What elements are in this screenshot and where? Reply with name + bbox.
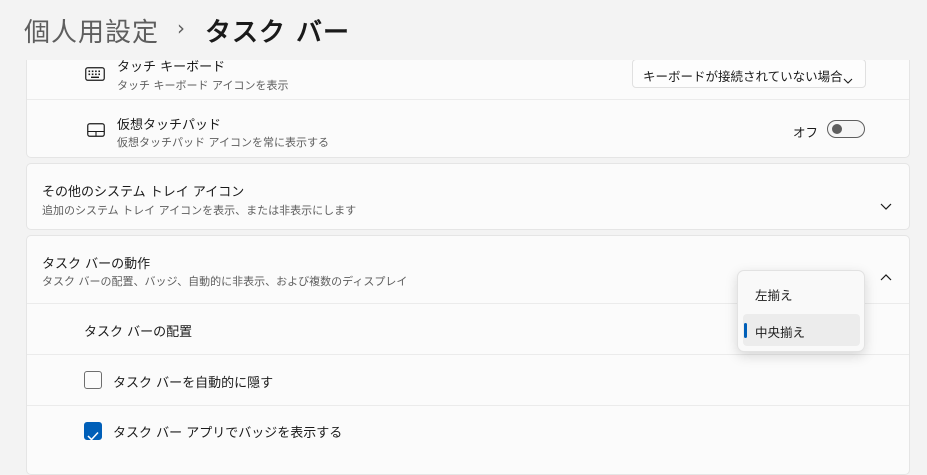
auto-hide-checkbox[interactable] <box>84 371 102 389</box>
page-title: タスク バー <box>205 18 351 48</box>
selection-indicator <box>744 323 747 338</box>
auto-hide-row: タスク バーを自動的に隠す <box>27 355 909 405</box>
touch-keyboard-description: タッチ キーボード アイコンを表示 <box>117 79 289 92</box>
alignment-option-center[interactable]: 中央揃え <box>743 314 860 346</box>
taskbar-alignment-label: タスク バーの配置 <box>84 325 193 340</box>
keyboard-icon <box>85 66 105 85</box>
show-badges-row: タスク バー アプリでバッジを表示する <box>27 406 909 456</box>
toggle-knob <box>832 124 842 134</box>
touch-keyboard-dropdown[interactable]: キーボードが接続されていない場合 <box>632 59 866 88</box>
breadcrumb-parent-personalization[interactable]: 個人用設定 <box>24 12 159 49</box>
other-tray-icons-card[interactable]: その他のシステム トレイ アイコン 追加のシステム トレイ アイコンを表示、また… <box>26 163 910 230</box>
alignment-option-left[interactable]: 左揃え <box>743 277 860 309</box>
virtual-touchpad-toggle-label: オフ <box>793 125 819 140</box>
auto-hide-label: タスク バーを自動的に隠す <box>113 376 274 391</box>
virtual-touchpad-toggle[interactable] <box>827 120 865 138</box>
chevron-up-icon[interactable] <box>880 266 892 285</box>
show-badges-checkbox[interactable] <box>84 422 102 441</box>
show-badges-label: タスク バー アプリでバッジを表示する <box>113 426 343 441</box>
touchpad-icon <box>87 122 105 141</box>
breadcrumb: 個人用設定 › タスク バー <box>0 0 927 60</box>
touch-keyboard-dropdown-value: キーボードが接続されていない場合 <box>643 69 843 84</box>
taskbar-behaviors-description: タスク バーの配置、バッジ、自動的に非表示、および複数のディスプレイ <box>42 275 408 288</box>
alignment-option-center-label: 中央揃え <box>755 325 806 340</box>
breadcrumb-separator: › <box>177 16 185 40</box>
chevron-down-icon <box>843 69 853 88</box>
chevron-down-icon[interactable] <box>880 195 892 214</box>
virtual-touchpad-title: 仮想タッチパッド <box>117 118 222 133</box>
taskbar-behaviors-title: タスク バーの動作 <box>42 257 151 272</box>
virtual-touchpad-row: 仮想タッチパッド 仮想タッチパッド アイコンを常に表示する オフ <box>27 100 909 158</box>
virtual-touchpad-description: 仮想タッチパッド アイコンを常に表示する <box>117 136 329 149</box>
taskbar-alignment-flyout: 左揃え 中央揃え <box>737 270 865 352</box>
other-tray-icons-description: 追加のシステム トレイ アイコンを表示、または非表示にします <box>42 204 357 217</box>
checkmark-icon <box>87 426 99 445</box>
other-tray-icons-title: その他のシステム トレイ アイコン <box>42 185 245 200</box>
alignment-option-left-label: 左揃え <box>755 288 793 303</box>
